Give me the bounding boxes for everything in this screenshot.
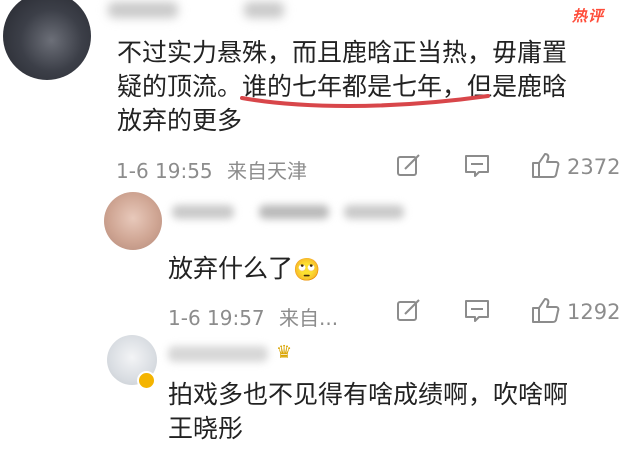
comment-line: 不过实力悬殊，而且鹿晗正当热，毋庸置 xyxy=(117,38,568,67)
comment-meta: 1-6 19:57 来自... xyxy=(168,302,338,331)
comment-line: 放弃什么了 xyxy=(168,254,294,283)
emoji: 🙄 xyxy=(293,258,321,283)
verified-badge-icon xyxy=(137,371,156,390)
comment-date: 1-6 19:57 xyxy=(168,306,265,330)
like-icon[interactable] xyxy=(530,296,560,324)
comment-text: 拍戏多也不见得有啥成绩啊，吹啥啊 王晓彤 xyxy=(168,378,618,446)
share-icon[interactable] xyxy=(396,298,422,324)
crown-icon: ♛ xyxy=(276,342,293,363)
avatar[interactable] xyxy=(3,0,91,80)
comment-text: 放弃什么了🙄 xyxy=(168,252,320,288)
like-icon[interactable] xyxy=(530,151,560,179)
username-blurred[interactable] xyxy=(172,204,405,223)
comment-line: 王晓彤 xyxy=(168,414,244,443)
hot-comment-label: 热评 xyxy=(572,7,605,25)
handwritten-underline xyxy=(240,94,490,108)
username-blurred[interactable] xyxy=(168,346,268,366)
comment-location: 来自... xyxy=(279,306,339,330)
share-icon[interactable] xyxy=(396,153,422,179)
like-count: 2372 xyxy=(567,155,621,179)
username-blurred[interactable] xyxy=(108,2,284,23)
comment-meta: 1-6 19:55 来自天津 xyxy=(116,155,307,184)
comment-location: 来自天津 xyxy=(227,159,308,183)
comment-date: 1-6 19:55 xyxy=(116,159,213,183)
comment-line: 拍戏多也不见得有啥成绩啊，吹啥啊 xyxy=(168,380,569,409)
avatar[interactable] xyxy=(104,192,162,250)
comment-icon[interactable] xyxy=(463,153,491,179)
like-count: 1292 xyxy=(567,300,621,324)
comment-icon[interactable] xyxy=(463,298,491,324)
